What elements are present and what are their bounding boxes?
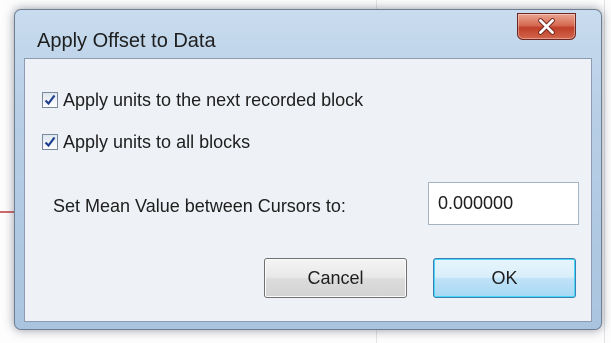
mean-value-input[interactable]: [428, 182, 579, 225]
dialog-title: Apply Offset to Data: [37, 30, 216, 52]
close-button[interactable]: [517, 13, 576, 40]
mean-value-label: Set Mean Value between Cursors to:: [53, 196, 346, 216]
apply-all-blocks-option[interactable]: Apply units to all blocks: [42, 130, 250, 154]
dialog-content: Apply units to the next recorded block A…: [24, 58, 592, 322]
ok-button[interactable]: OK: [433, 258, 576, 298]
close-x-icon: [538, 18, 555, 35]
apply-offset-dialog: Apply Offset to Data Apply units to the …: [14, 9, 602, 330]
apply-next-block-label: Apply units to the next recorded block: [63, 89, 364, 110]
apply-all-blocks-checkbox[interactable]: [42, 134, 58, 150]
background-gridline: [604, 0, 605, 343]
apply-next-block-checkbox[interactable]: [42, 92, 58, 108]
apply-next-block-option[interactable]: Apply units to the next recorded block: [42, 88, 363, 112]
checkmark-icon: [44, 136, 56, 148]
apply-all-blocks-label: Apply units to all blocks: [63, 131, 251, 152]
checkmark-icon: [44, 94, 56, 106]
cancel-button[interactable]: Cancel: [264, 258, 407, 298]
